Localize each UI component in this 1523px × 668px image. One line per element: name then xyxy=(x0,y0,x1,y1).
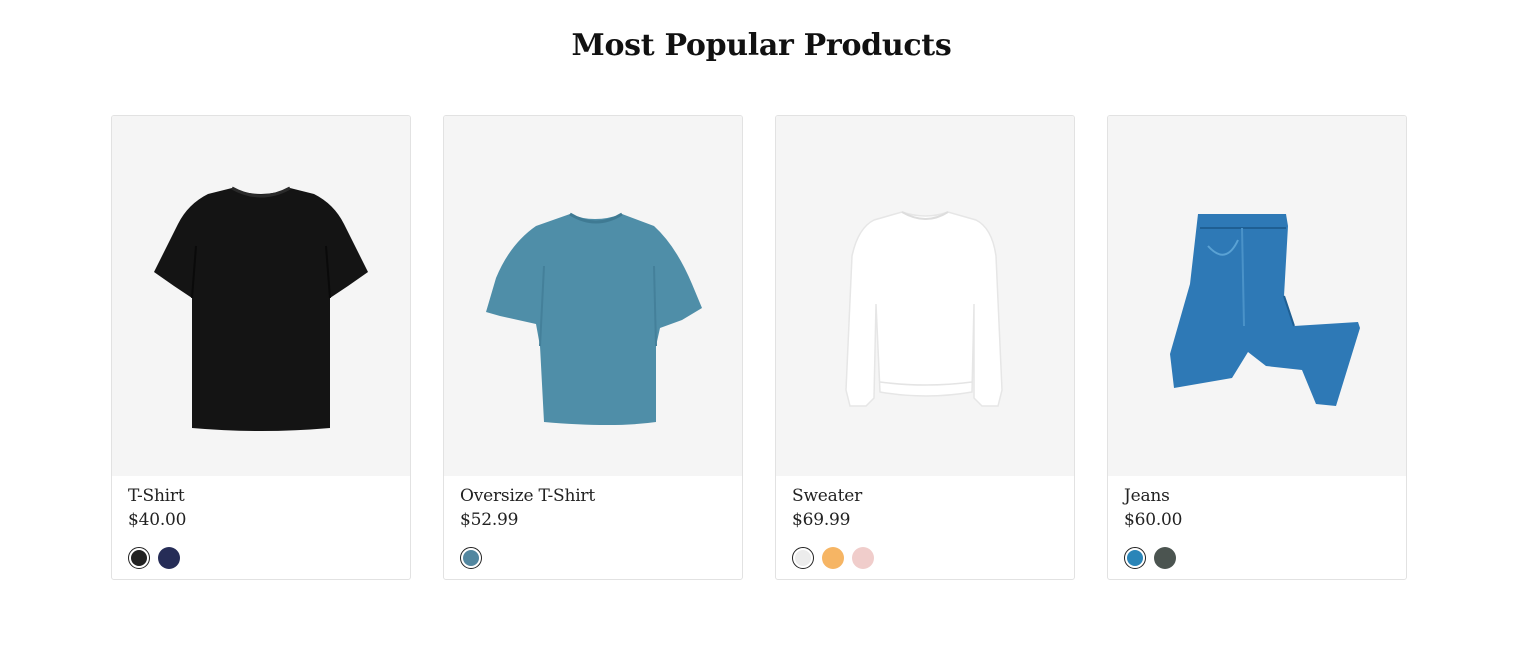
color-swatch-pink[interactable] xyxy=(852,547,874,569)
product-info: Jeans $60.00 xyxy=(1108,476,1406,569)
product-card-jeans[interactable]: Jeans $60.00 xyxy=(1107,115,1407,580)
product-card-oversize-tshirt[interactable]: Oversize T-Shirt $52.99 xyxy=(443,115,743,580)
color-swatch-black[interactable] xyxy=(128,547,150,569)
blue-jeans-image xyxy=(1170,214,1360,406)
color-swatches xyxy=(460,547,726,569)
product-info: Oversize T-Shirt $52.99 xyxy=(444,476,742,569)
color-swatch-teal[interactable] xyxy=(460,547,482,569)
color-swatch-orange[interactable] xyxy=(822,547,844,569)
product-grid: T-Shirt $40.00 Oversize T-Shirt $52.99 S… xyxy=(111,115,1407,580)
product-price: $60.00 xyxy=(1124,510,1183,530)
product-image[interactable] xyxy=(112,116,410,476)
product-info: Sweater $69.99 xyxy=(776,476,1074,569)
white-sweater-image xyxy=(845,211,1003,407)
color-swatch-white[interactable] xyxy=(792,547,814,569)
product-name[interactable]: T-Shirt xyxy=(128,485,394,507)
color-swatch-blue[interactable] xyxy=(1124,547,1146,569)
product-name[interactable]: Oversize T-Shirt xyxy=(460,485,726,507)
product-card-tshirt[interactable]: T-Shirt $40.00 xyxy=(111,115,411,580)
product-card-sweater[interactable]: Sweater $69.99 xyxy=(775,115,1075,580)
color-swatch-dark-gray[interactable] xyxy=(1154,547,1176,569)
product-price: $52.99 xyxy=(460,510,519,530)
color-swatches xyxy=(1124,547,1390,569)
color-swatches xyxy=(792,547,1058,569)
teal-oversize-tshirt-image xyxy=(486,212,702,425)
product-price: $69.99 xyxy=(792,510,851,530)
product-info: T-Shirt $40.00 xyxy=(112,476,410,569)
product-name[interactable]: Sweater xyxy=(792,485,1058,507)
section-title: Most Popular Products xyxy=(571,28,952,63)
black-tshirt-image xyxy=(154,186,368,431)
product-image[interactable] xyxy=(1108,116,1406,476)
color-swatch-navy[interactable] xyxy=(158,547,180,569)
product-image[interactable] xyxy=(776,116,1074,476)
product-name[interactable]: Jeans xyxy=(1124,485,1390,507)
color-swatches xyxy=(128,547,394,569)
product-price: $40.00 xyxy=(128,510,187,530)
product-image[interactable] xyxy=(444,116,742,476)
